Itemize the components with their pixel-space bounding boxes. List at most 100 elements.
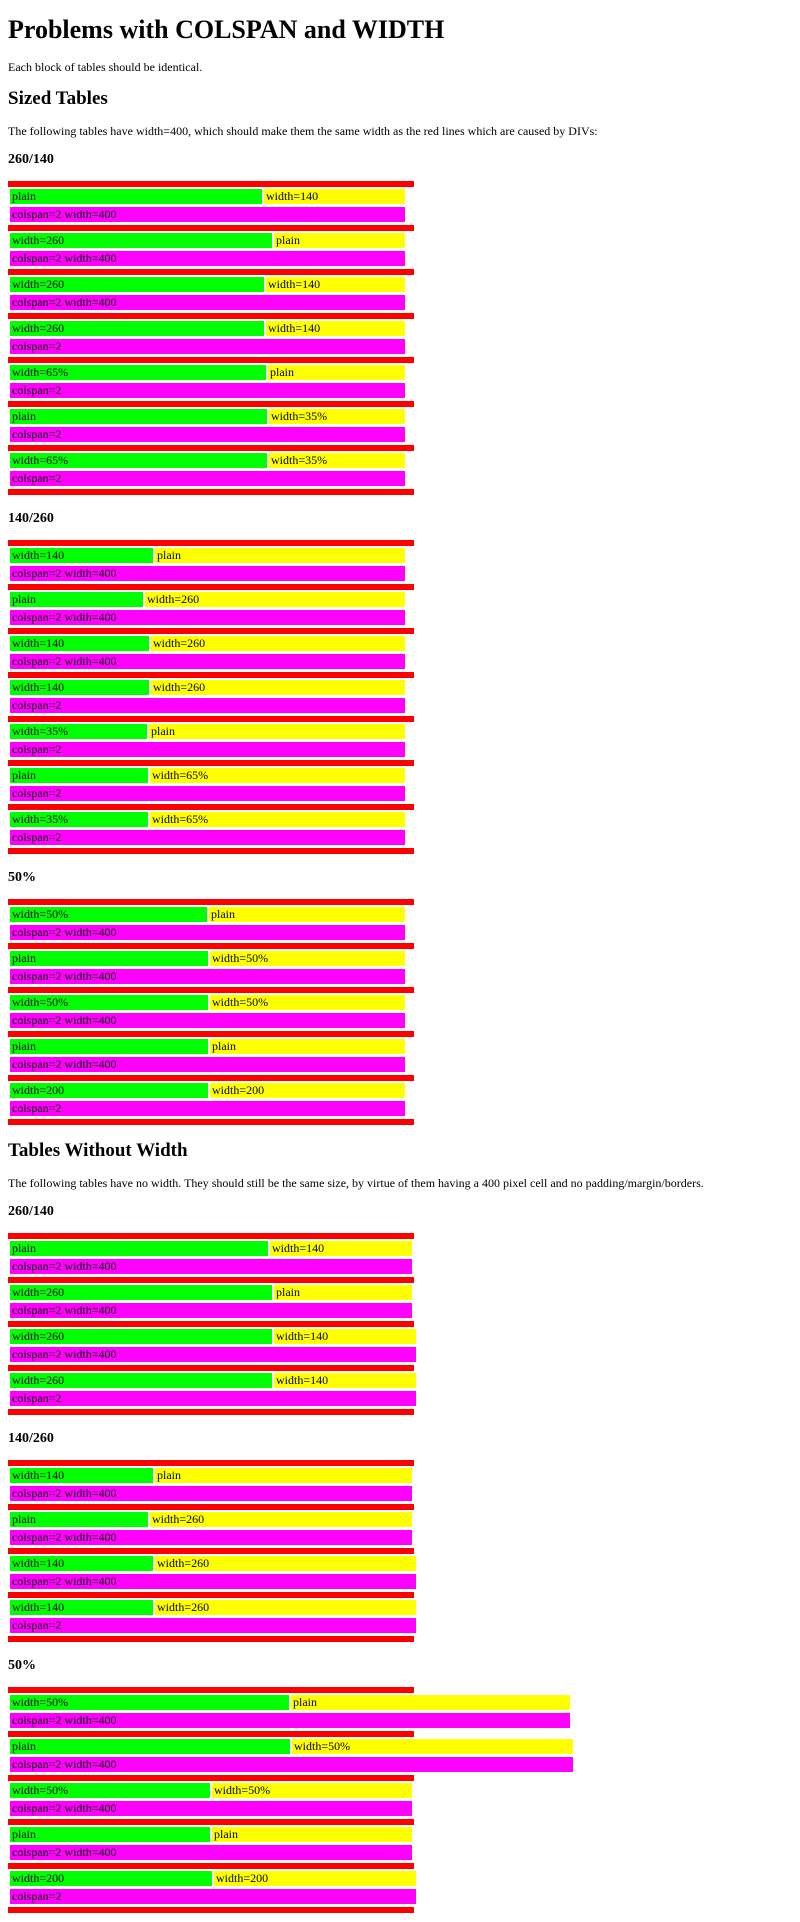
table-cell-colspan: colspan=2 <box>10 1889 416 1904</box>
table-cell-left: plain <box>10 951 208 966</box>
table-cell-colspan: colspan=2 width=400 <box>10 566 405 581</box>
table-cell-colspan: colspan=2 <box>10 698 405 713</box>
table-cell-left: width=65% <box>10 365 266 380</box>
group-heading: 50% <box>8 870 36 885</box>
table-cell-right: plain <box>212 1827 412 1842</box>
red-line-divider <box>8 1365 414 1371</box>
table-cell-left: width=50% <box>10 1695 289 1710</box>
table-cell-right: plain <box>274 1285 412 1300</box>
table-cell-colspan: colspan=2 width=400 <box>10 654 405 669</box>
red-line-divider <box>8 760 414 766</box>
table-cell-right: plain <box>268 365 405 380</box>
table-cell-left: plain <box>10 1512 148 1527</box>
table-cell-colspan: colspan=2 width=400 <box>10 1845 412 1860</box>
table-cell-colspan: colspan=2 width=400 <box>10 207 405 222</box>
table-cell-left: width=260 <box>10 1373 272 1388</box>
red-line-divider <box>8 489 414 495</box>
red-line-divider <box>8 1636 414 1642</box>
table-cell-colspan: colspan=2 <box>10 471 405 486</box>
table-cell-left: plain <box>10 189 262 204</box>
red-line-divider <box>8 1731 414 1737</box>
table-cell-left: width=260 <box>10 233 272 248</box>
red-line-divider <box>8 1504 414 1510</box>
red-line-divider <box>8 401 414 407</box>
table-cell-colspan: colspan=2 <box>10 830 405 845</box>
table-cell-right: width=35% <box>269 453 405 468</box>
table-cell-right: width=260 <box>145 592 405 607</box>
table-cell-right: width=140 <box>264 189 405 204</box>
table-cell-left: width=200 <box>10 1871 212 1886</box>
red-line-divider <box>8 1907 414 1913</box>
table-cell-left: plain <box>10 1739 290 1754</box>
red-line-divider <box>8 1233 414 1239</box>
table-cell-right: width=260 <box>151 636 405 651</box>
red-line-divider <box>8 225 414 231</box>
table-cell-colspan: colspan=2 width=400 <box>10 295 405 310</box>
table-cell-colspan: colspan=2 width=400 <box>10 251 405 266</box>
table-cell-right: width=50% <box>210 951 405 966</box>
red-line-divider <box>8 269 414 275</box>
table-cell-colspan: colspan=2 width=400 <box>10 1574 416 1589</box>
table-cell-left: plain <box>10 1241 268 1256</box>
table-cell-colspan: colspan=2 <box>10 383 405 398</box>
red-line-divider <box>8 1321 414 1327</box>
red-line-divider <box>8 1687 414 1693</box>
table-cell-left: width=65% <box>10 453 267 468</box>
red-line-divider <box>8 672 414 678</box>
table-cell-colspan: colspan=2 width=400 <box>10 1013 405 1028</box>
table-cell-colspan: colspan=2 width=400 <box>10 1303 412 1318</box>
table-cell-colspan: colspan=2 width=400 <box>10 1713 570 1728</box>
table-cell-colspan: colspan=2 width=400 <box>10 1801 412 1816</box>
table-cell-left: width=50% <box>10 1783 210 1798</box>
table-cell-right: plain <box>149 724 405 739</box>
table-cell-left: width=260 <box>10 1329 272 1344</box>
table-cell-left: width=50% <box>10 995 208 1010</box>
table-cell-left: plain <box>10 592 143 607</box>
red-line-divider <box>8 716 414 722</box>
table-cell-left: plain <box>10 1039 208 1054</box>
table-cell-colspan: colspan=2 <box>10 1618 416 1633</box>
red-line-divider <box>8 899 414 905</box>
table-cell-colspan: colspan=2 width=400 <box>10 1757 573 1772</box>
table-cell-right: width=260 <box>150 1512 412 1527</box>
red-line-divider <box>8 804 414 810</box>
table-cell-colspan: colspan=2 width=400 <box>10 969 405 984</box>
table-cell-colspan: colspan=2 width=400 <box>10 1057 405 1072</box>
table-cell-left: width=260 <box>10 321 264 336</box>
red-line-divider <box>8 1592 414 1598</box>
table-cell-colspan: colspan=2 <box>10 742 405 757</box>
table-cell-left: width=260 <box>10 277 264 292</box>
red-line-divider <box>8 540 414 546</box>
table-cell-left: width=200 <box>10 1083 208 1098</box>
red-line-divider <box>8 1075 414 1081</box>
red-line-divider <box>8 1460 414 1466</box>
table-cell-colspan: colspan=2 <box>10 427 405 442</box>
table-cell-right: width=200 <box>210 1083 405 1098</box>
red-line-divider <box>8 943 414 949</box>
table-cell-right: width=140 <box>270 1241 412 1256</box>
table-cell-colspan: colspan=2 <box>10 1391 416 1406</box>
table-cell-colspan: colspan=2 <box>10 339 405 354</box>
page-title: Problems with COLSPAN and WIDTH <box>8 15 445 44</box>
table-cell-left: width=140 <box>10 680 149 695</box>
table-cell-right: width=50% <box>292 1739 573 1754</box>
table-cell-right: width=50% <box>212 1783 412 1798</box>
table-cell-right: width=260 <box>155 1600 416 1615</box>
table-cell-left: plain <box>10 409 267 424</box>
group-heading: 50% <box>8 1658 36 1673</box>
red-line-divider <box>8 1548 414 1554</box>
group-heading: 140/260 <box>8 511 54 526</box>
red-line-divider <box>8 848 414 854</box>
red-line-divider <box>8 1775 414 1781</box>
section-heading-without-width: Tables Without Width <box>8 1140 188 1161</box>
table-cell-left: width=140 <box>10 1468 153 1483</box>
red-line-divider <box>8 584 414 590</box>
table-cell-right: plain <box>209 907 405 922</box>
table-cell-left: plain <box>10 1827 210 1842</box>
group-heading: 260/140 <box>8 1204 54 1219</box>
table-cell-right: width=65% <box>150 768 405 783</box>
red-line-divider <box>8 1409 414 1415</box>
table-cell-left: plain <box>10 768 148 783</box>
table-cell-left: width=140 <box>10 1600 153 1615</box>
table-cell-right: width=260 <box>155 1556 416 1571</box>
